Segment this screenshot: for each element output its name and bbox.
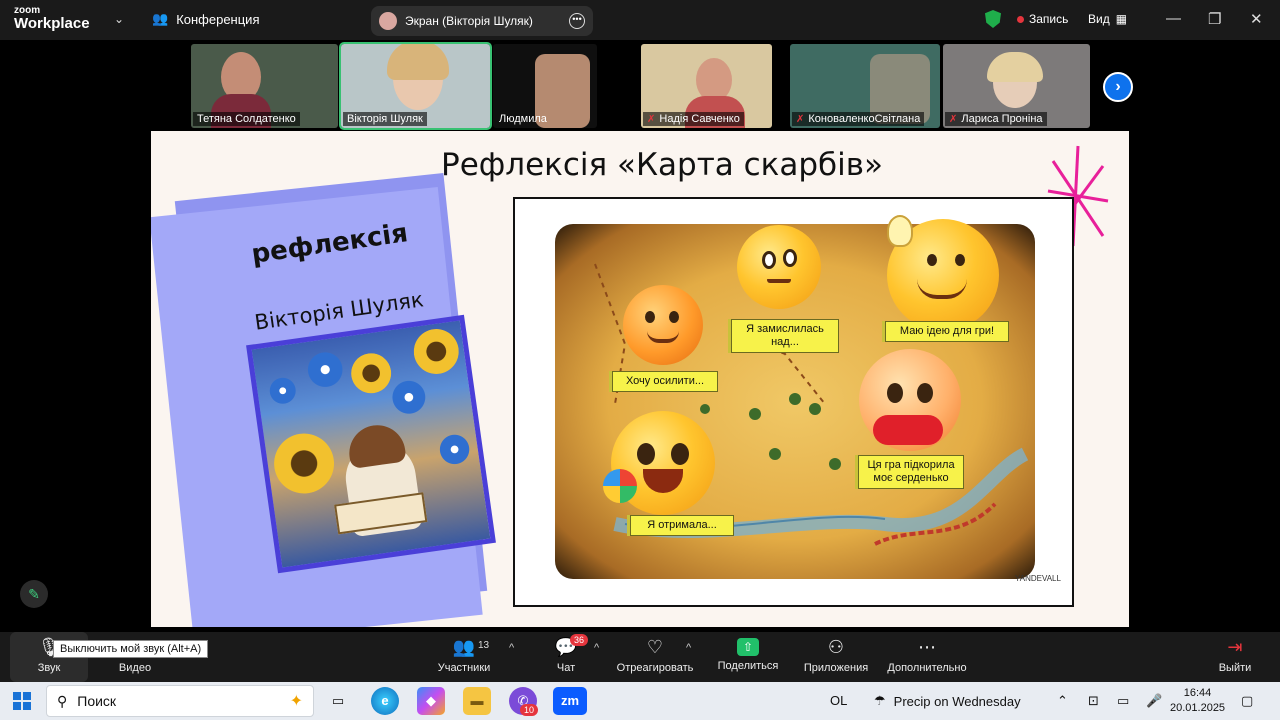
shared-screen: Рефлексія «Карта скарбів» рефлексія Вікт… xyxy=(151,131,1129,627)
label-heart: Ця гра підкорила моє серденько xyxy=(858,455,964,489)
label-stronger: Хочу осилити... xyxy=(612,371,718,392)
microphone-tray-icon[interactable]: 🎤 xyxy=(1146,693,1162,709)
participant-name: ✗ Надія Савченко xyxy=(643,112,744,126)
close-icon[interactable]: ✕ xyxy=(1250,10,1263,28)
zoom-taskbar-icon[interactable]: zm xyxy=(553,687,587,715)
participant-name: ✗ КоноваленкоСвітлана xyxy=(792,112,925,126)
network-icon[interactable]: ⊡ xyxy=(1088,693,1099,709)
participant-tile-active[interactable]: Вікторія Шуляк xyxy=(339,42,492,130)
label-received: Я отримала... xyxy=(630,515,734,536)
copilot-sparkle-icon: ✦ xyxy=(289,693,303,710)
mic-muted-icon: ✗ xyxy=(796,113,805,125)
participant-name: ✗ Лариса Проніна xyxy=(945,112,1047,126)
apps-button[interactable]: ⚇ Приложения xyxy=(800,632,872,682)
more-icon: ⋯ xyxy=(918,637,936,657)
notifications-icon[interactable]: ▢ xyxy=(1241,693,1253,709)
zoom-logo: zoom Workplace xyxy=(14,6,90,32)
react-caret-icon[interactable]: ^ xyxy=(686,642,691,654)
app-badge: 10 xyxy=(520,704,539,716)
file-explorer-icon[interactable]: ▬ xyxy=(463,687,491,715)
record-dot-icon xyxy=(1017,15,1024,23)
leave-icon: ⇥ xyxy=(1227,637,1243,657)
label-idea: Маю ідею для гри! xyxy=(885,321,1009,342)
participant-tile[interactable]: ✗ Надія Савченко xyxy=(641,44,772,128)
view-button[interactable]: Вид ▦ xyxy=(1088,12,1127,26)
lightbulb-icon xyxy=(887,215,913,247)
participant-tile[interactable]: Тетяна Солдатенко xyxy=(191,44,338,128)
leave-button[interactable]: ⇥ Выйти xyxy=(1212,632,1258,682)
participant-hair xyxy=(987,52,1043,82)
hearts-icon xyxy=(873,415,943,445)
conference-button[interactable]: 👥 Конференция xyxy=(152,11,259,27)
treasure-map-frame: YANDEVALL Я замислилась над... Маю ідею … xyxy=(513,197,1074,607)
participant-name: Тетяна Солдатенко xyxy=(193,112,300,126)
heart-eyes-emoji-icon xyxy=(859,349,961,451)
mute-tooltip: Выключить мой звук (Alt+A) xyxy=(53,640,209,658)
avatar xyxy=(379,12,397,30)
recording-indicator[interactable]: Запись xyxy=(1017,12,1068,26)
minimize-icon[interactable]: — xyxy=(1166,10,1181,27)
participant-tile[interactable]: ✗ КоноваленкоСвітлана xyxy=(790,44,940,128)
participant-hair xyxy=(387,44,449,80)
thinking-emoji-icon xyxy=(737,225,821,309)
clock-date: 20.01.2025 xyxy=(1170,702,1226,714)
search-icon: ⚲ xyxy=(57,692,68,709)
system-clock[interactable]: 16:44 20.01.2025 xyxy=(1170,686,1225,716)
windows-taskbar: ⚲ Поиск ✦ ▭ e ◆ ▬ ✆ 10 zm OL ☂ Precip on… xyxy=(0,682,1280,720)
shield-icon[interactable] xyxy=(985,10,1001,28)
more-button[interactable]: ⋯ Дополнительно xyxy=(882,632,972,682)
mic-muted-icon: ✗ xyxy=(949,113,958,125)
windows-start-icon[interactable] xyxy=(13,692,31,710)
next-page-button[interactable]: › xyxy=(1103,72,1133,102)
participant-name: Вікторія Шуляк xyxy=(343,112,427,126)
label-thinking: Я замислилась над... xyxy=(731,319,839,353)
more-options-icon[interactable]: ••• xyxy=(569,13,585,29)
candy-icon xyxy=(603,469,637,503)
screen-share-label: Экран (Вікторія Шуляк) xyxy=(405,14,533,28)
tray-ol: OL xyxy=(830,693,848,708)
strong-emoji-icon xyxy=(623,285,703,365)
grid-icon: ▦ xyxy=(1115,12,1128,26)
chat-caret-icon[interactable]: ^ xyxy=(594,642,599,654)
conference-label: Конференция xyxy=(176,11,260,27)
clock-time: 16:44 xyxy=(1183,687,1212,699)
umbrella-icon: ☂ xyxy=(874,693,886,708)
participant-tile[interactable]: Людмила xyxy=(493,44,597,128)
title-bar: zoom Workplace ⌄ 👥 Конференция Экран (Ві… xyxy=(0,0,1280,40)
participant-name: Людмила xyxy=(499,113,547,125)
battery-icon[interactable]: ▭ xyxy=(1117,693,1129,709)
taskbar-search[interactable]: ⚲ Поиск ✦ xyxy=(46,685,314,717)
brand-bottom: Workplace xyxy=(14,15,90,32)
annotate-pencil-icon[interactable]: ✎ xyxy=(20,580,48,608)
slide-title: Рефлексія «Карта скарбів» xyxy=(441,147,884,183)
people-icon: 👥 xyxy=(152,11,169,26)
share-screen-icon: ⇧ xyxy=(737,638,759,656)
search-placeholder: Поиск xyxy=(77,693,117,709)
share-button[interactable]: ⇧ Поделиться xyxy=(713,632,783,682)
task-view-icon[interactable]: ▭ xyxy=(324,687,352,715)
weather-text: Precip on Wednesday xyxy=(893,693,1021,709)
apps-icon: ⚇ xyxy=(827,637,845,657)
chevron-up-icon[interactable]: ⌃ xyxy=(1057,693,1068,709)
participant-tile[interactable]: ✗ Лариса Проніна xyxy=(943,44,1090,128)
participants-caret-icon[interactable]: ^ xyxy=(509,642,514,654)
illustration-image xyxy=(246,314,496,574)
screen-share-indicator[interactable]: Экран (Вікторія Шуляк) ••• xyxy=(371,6,593,36)
react-button[interactable]: ♡ Отреагировать xyxy=(614,632,696,682)
weather-widget[interactable]: ☂ Precip on Wednesday xyxy=(874,693,1021,709)
recording-label: Запись xyxy=(1029,12,1069,26)
participants-count: 13 xyxy=(478,640,490,651)
heart-icon: ♡ xyxy=(646,637,664,657)
chevron-down-icon[interactable]: ⌄ xyxy=(114,12,124,26)
edge-browser-icon[interactable]: e xyxy=(371,687,399,715)
copilot-app-icon[interactable]: ◆ xyxy=(417,687,445,715)
restore-icon[interactable]: ❐ xyxy=(1208,10,1221,28)
chat-badge: 36 xyxy=(570,634,589,646)
map-signature: YANDEVALL xyxy=(1015,574,1061,583)
mic-muted-icon: ✗ xyxy=(647,113,656,125)
view-label: Вид xyxy=(1088,12,1110,26)
